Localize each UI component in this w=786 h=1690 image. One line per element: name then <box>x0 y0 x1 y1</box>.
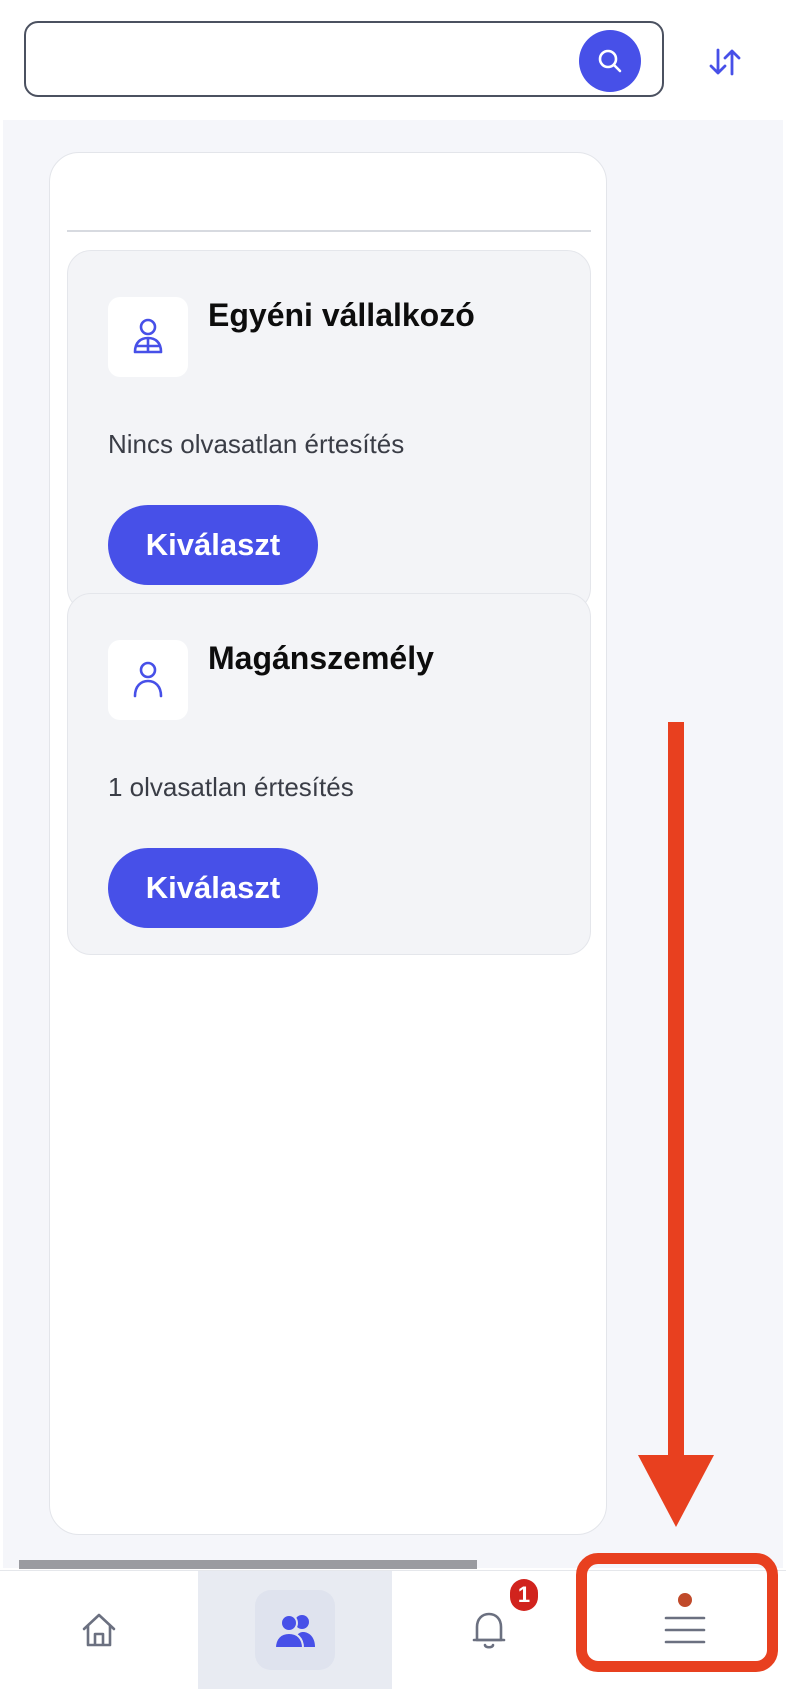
home-icon <box>82 1613 116 1647</box>
sort-button[interactable] <box>700 38 750 86</box>
search-icon <box>598 49 622 73</box>
horizontal-scrollbar[interactable] <box>19 1560 477 1569</box>
account-card-business: Egyéni vállalkozó Nincs olvasatlan értes… <box>67 250 591 612</box>
business-person-icon <box>133 318 163 354</box>
sort-arrows-icon <box>709 48 741 76</box>
annotation-arrow-shaft <box>668 722 684 1462</box>
annotation-arrow-head <box>638 1455 714 1527</box>
users-icon <box>273 1614 315 1649</box>
notification-badge: 1 <box>510 1579 538 1611</box>
search-button[interactable] <box>579 30 641 92</box>
annotation-highlight-box <box>576 1553 778 1672</box>
account-title: Egyéni vállalkozó <box>208 297 475 333</box>
select-account-button[interactable]: Kiválaszt <box>108 505 318 585</box>
nav-notifications[interactable] <box>392 1571 586 1689</box>
bell-icon <box>472 1612 506 1649</box>
top-bar <box>0 0 786 120</box>
search-input[interactable] <box>44 37 588 83</box>
account-card-personal: Magánszemély 1 olvasatlan értesítés Kivá… <box>67 593 591 955</box>
divider <box>67 230 591 232</box>
active-indicator <box>255 1590 335 1670</box>
account-list-panel: Egyéni vállalkozó Nincs olvasatlan értes… <box>49 152 607 1535</box>
account-icon-box <box>108 640 188 720</box>
select-account-button[interactable]: Kiválaszt <box>108 848 318 928</box>
account-icon-box <box>108 297 188 377</box>
account-title: Magánszemély <box>208 640 434 676</box>
account-notification-status: Nincs olvasatlan értesítés <box>108 429 405 459</box>
account-notification-status: 1 olvasatlan értesítés <box>108 772 354 802</box>
search-box[interactable] <box>24 21 664 97</box>
nav-home[interactable] <box>2 1571 196 1689</box>
nav-accounts[interactable] <box>198 1571 392 1689</box>
person-icon <box>133 661 163 698</box>
